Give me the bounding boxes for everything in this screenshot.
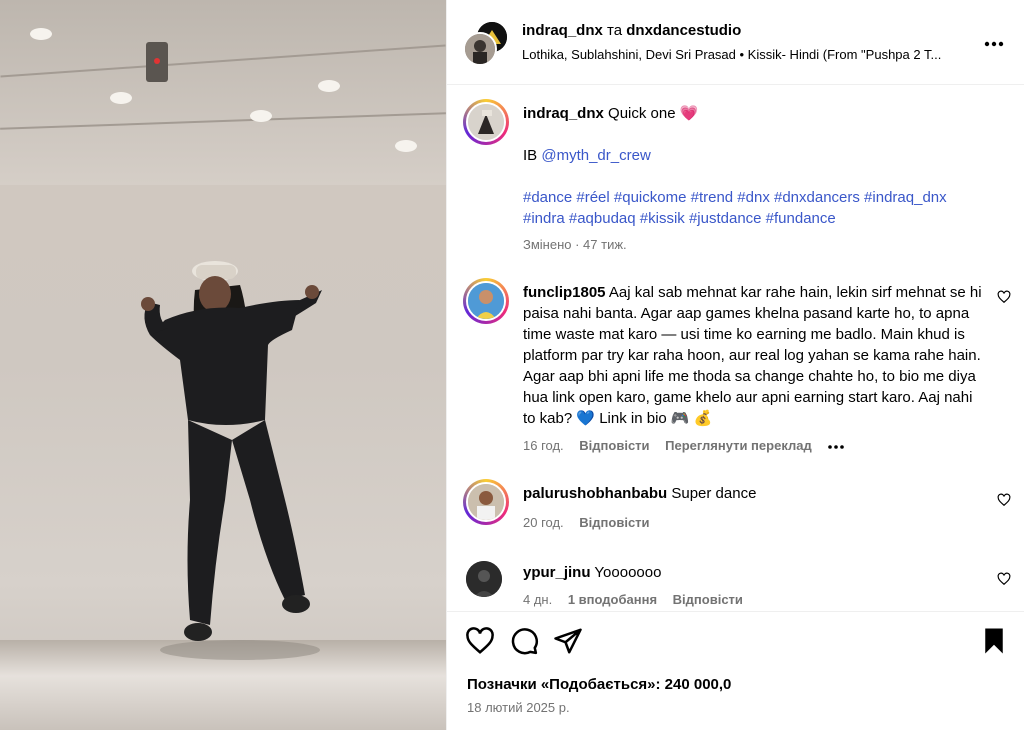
caption-text: Quick one <box>608 105 676 122</box>
comments-list: indraq_dnx Quick one 💗 IB @myth_dr_crew … <box>447 85 1024 610</box>
comment-likes[interactable]: 1 вподобання <box>568 592 657 607</box>
comment-username[interactable]: ypur_jinu <box>523 564 591 581</box>
comment-meta: 20 год. Відповісти <box>523 515 662 530</box>
comment-text: Aaj kal sab mehnat kar rahe hain, lekin … <box>523 284 982 427</box>
collaborator-avatar[interactable] <box>463 32 497 66</box>
post-actions: Позначки «Подобається»: 240 000,0 18 лют… <box>447 611 1024 731</box>
author-link[interactable]: indraq_dnx <box>522 22 603 39</box>
hashtags-line-1[interactable]: #dance #réel #quickome #trend #dnx #dnxd… <box>523 187 983 208</box>
post-date[interactable]: 18 лютий 2025 р. <box>467 700 570 715</box>
collaborator-link[interactable]: dnxdancestudio <box>626 22 741 39</box>
comment-text: Yooooooo <box>594 564 662 581</box>
comment-like-heart-icon[interactable] <box>997 493 1011 507</box>
comment-time[interactable]: 4 дн. <box>523 592 552 607</box>
comment-username[interactable]: funclip1805 <box>523 284 606 301</box>
post-side-panel: indraq_dnx та dnxdancestudio Lothika, Su… <box>446 0 1024 730</box>
hashtags-line-2[interactable]: #indra #aqbudaq #kissik #justdance #fund… <box>523 208 983 229</box>
like-heart-icon[interactable] <box>465 626 495 656</box>
audio-attribution[interactable]: Lothika, Sublahshini, Devi Sri Prasad • … <box>522 47 962 62</box>
ib-prefix: IB <box>523 147 538 164</box>
more-options-button[interactable] <box>984 30 1004 53</box>
comment-bubble-icon[interactable] <box>509 626 539 656</box>
post-video[interactable] <box>0 0 446 730</box>
commenter-avatar[interactable] <box>466 281 506 321</box>
saved-bookmark-icon[interactable] <box>979 626 1009 656</box>
post-authors: indraq_dnx та dnxdancestudio <box>522 22 741 39</box>
comment-time[interactable]: 20 год. <box>523 515 564 530</box>
comment-username[interactable]: palurushobhanbabu <box>523 485 667 502</box>
likes-count[interactable]: Позначки «Подобається»: 240 000,0 <box>467 676 731 693</box>
post-header: indraq_dnx та dnxdancestudio Lothika, Su… <box>447 0 1024 85</box>
heart-emoji: 💗 <box>679 105 699 122</box>
comment-like-heart-icon[interactable] <box>997 290 1011 304</box>
comment-like-heart-icon[interactable] <box>997 572 1011 586</box>
caption-avatar[interactable] <box>466 102 506 142</box>
comment-text: Super dance <box>671 485 757 502</box>
dancer-figure <box>141 261 322 660</box>
comment-meta: 4 дн. 1 вподобання Відповісти <box>523 592 755 607</box>
share-send-icon[interactable] <box>553 626 583 656</box>
comment-more-icon[interactable] <box>827 438 845 453</box>
more-horizontal-icon <box>984 41 1004 47</box>
commenter-avatar[interactable] <box>466 482 506 522</box>
mention-link[interactable]: @myth_dr_crew <box>541 147 650 164</box>
caption-meta: Змінено · 47 тиж. <box>523 237 627 252</box>
caption-username[interactable]: indraq_dnx <box>523 105 604 122</box>
authors-conjunction: та <box>607 22 623 39</box>
reply-button[interactable]: Відповісти <box>579 438 649 453</box>
comment-meta: 16 год. Відповісти Переглянути переклад <box>523 438 857 453</box>
commenter-avatar[interactable] <box>466 561 502 597</box>
reply-button[interactable]: Відповісти <box>673 592 743 607</box>
translate-button[interactable]: Переглянути переклад <box>665 438 812 453</box>
reply-button[interactable]: Відповісти <box>579 515 649 530</box>
comment-time[interactable]: 16 год. <box>523 438 564 453</box>
